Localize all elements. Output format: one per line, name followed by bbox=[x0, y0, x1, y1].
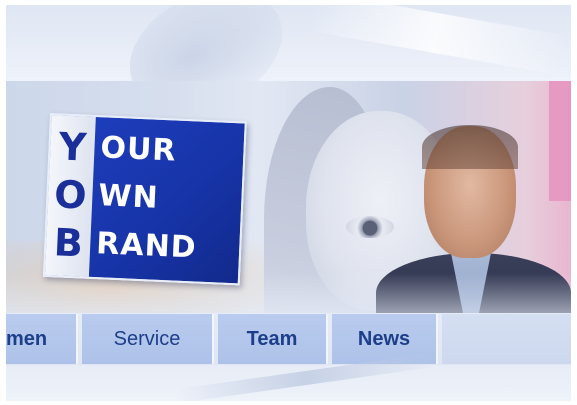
logo-word: WN bbox=[97, 178, 160, 216]
website-banner: Y OUR O WN B RAND men Service Team News bbox=[6, 5, 571, 401]
nav-item-home[interactable]: men bbox=[6, 314, 78, 364]
nav-item-label: Team bbox=[246, 327, 298, 350]
logo-initial: B bbox=[52, 220, 84, 266]
decorative-highlight bbox=[304, 5, 568, 76]
man-hair-image bbox=[422, 125, 518, 169]
bottom-decorative-band bbox=[6, 352, 571, 401]
nav-item-label: News bbox=[357, 327, 411, 350]
nav-item-service[interactable]: Service bbox=[82, 314, 214, 364]
nav-item-label: Service bbox=[113, 327, 181, 350]
woman-eye-image bbox=[346, 216, 394, 238]
main-navigation: men Service Team News bbox=[6, 313, 571, 365]
logo-initial: O bbox=[53, 172, 88, 218]
brand-logo: Y OUR O WN B RAND bbox=[42, 113, 247, 286]
logo-line-3: B RAND bbox=[45, 219, 197, 272]
nav-item-label: men bbox=[6, 327, 48, 350]
logo-word: RAND bbox=[95, 226, 198, 266]
logo-initial: Y bbox=[57, 124, 88, 170]
logo-line-1: Y OUR bbox=[50, 123, 178, 174]
nav-item-empty[interactable] bbox=[442, 314, 571, 364]
logo-line-2: O WN bbox=[47, 171, 159, 222]
hero-fade bbox=[6, 273, 571, 313]
nav-item-team[interactable]: Team bbox=[218, 314, 328, 364]
logo-word: OUR bbox=[99, 130, 178, 169]
pink-accent bbox=[549, 81, 571, 201]
top-decorative-band bbox=[6, 5, 571, 134]
